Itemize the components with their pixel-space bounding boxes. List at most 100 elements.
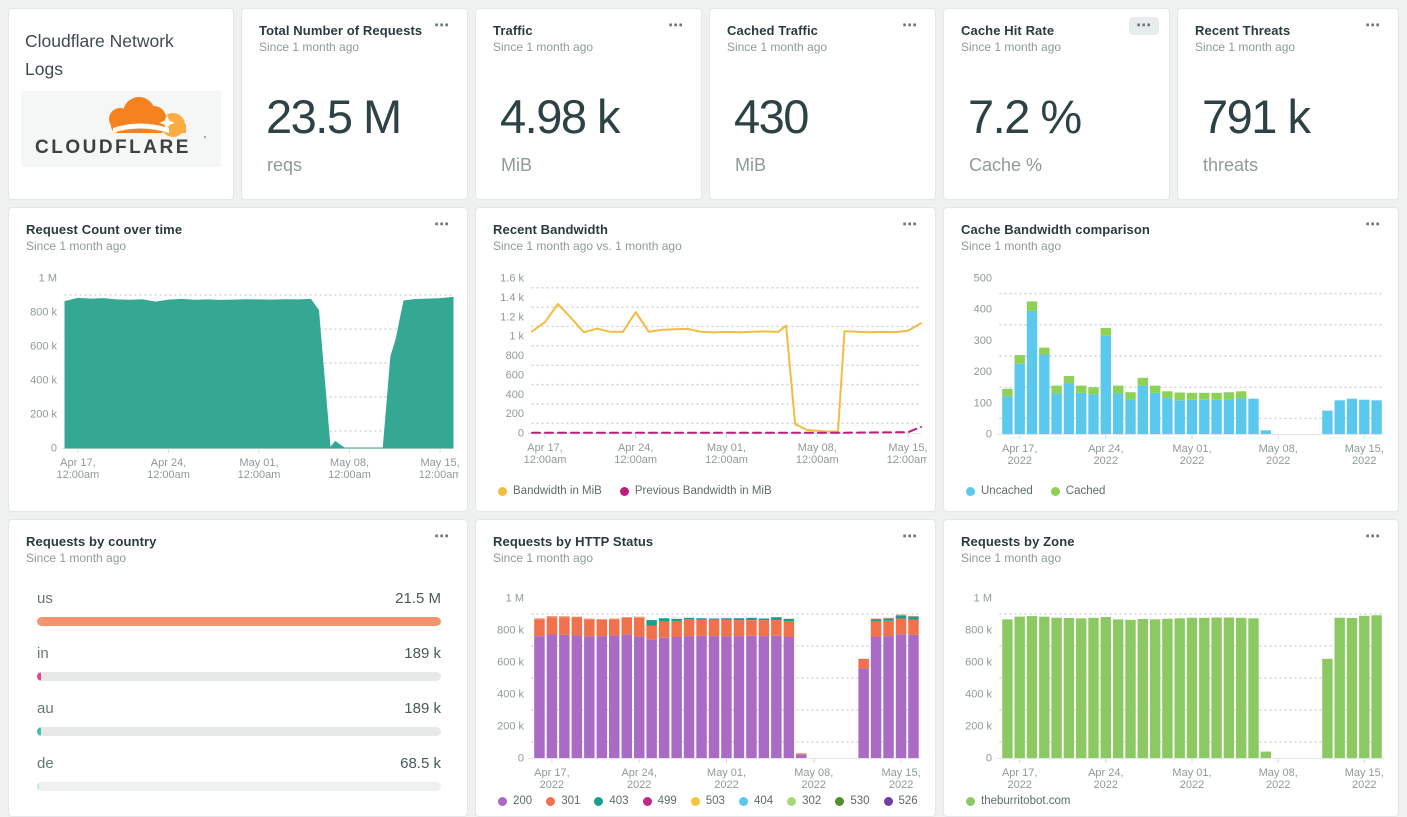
- svg-text:May 01,: May 01,: [1172, 767, 1211, 779]
- legend-item[interactable]: 503: [690, 795, 725, 807]
- ellipsis-menu-icon[interactable]: ⋯: [427, 17, 457, 35]
- country-value: 68.5 k: [400, 755, 441, 772]
- country-bar: [37, 727, 41, 736]
- ellipsis-menu-icon[interactable]: ⋯: [427, 528, 457, 546]
- svg-text:1.6 k: 1.6 k: [500, 273, 524, 285]
- legend-dot: [787, 796, 797, 806]
- legend-item[interactable]: Bandwidth in MiB: [498, 485, 602, 497]
- svg-text:May 15,: May 15,: [1345, 767, 1384, 779]
- panel-subtitle: Since 1 month ago: [493, 40, 594, 54]
- stat-panel-cache-hit-rate: Cache Hit Rate Since 1 month ago ⋯ 7.2 %…: [943, 8, 1170, 200]
- svg-text:May 08,: May 08,: [330, 457, 369, 469]
- svg-text:200 k: 200 k: [965, 721, 992, 733]
- stat-unit: reqs: [267, 155, 303, 175]
- ellipsis-menu-icon[interactable]: ⋯: [895, 528, 925, 546]
- panel-subtitle: Since 1 month ago vs. 1 month ago: [493, 239, 682, 253]
- svg-text:800 k: 800 k: [30, 307, 57, 319]
- chart-legend: 200301403499503404302530526524: [498, 795, 925, 807]
- ellipsis-menu-icon[interactable]: ⋯: [1358, 216, 1388, 234]
- legend-item[interactable]: 403: [594, 795, 629, 807]
- svg-text:600 k: 600 k: [497, 657, 524, 669]
- ellipsis-menu-icon[interactable]: ⋯: [895, 17, 925, 35]
- legend-dot: [835, 796, 845, 806]
- legend-item[interactable]: 530: [835, 795, 870, 807]
- stat-value: 4.98 k: [500, 90, 621, 143]
- svg-text:Apr 17,: Apr 17,: [534, 767, 569, 779]
- http-status-stacked-bar-chart[interactable]: 1 M800 k600 k400 k200 k0Apr 17,2022Apr 2…: [486, 578, 927, 792]
- request-count-area-chart[interactable]: 1 M800 k600 k400 k200 k0Apr 17,12:00amAp…: [19, 266, 459, 511]
- cloudflare-logo: CLOUDFLARE ': [21, 91, 221, 167]
- legend-dot: [594, 796, 604, 806]
- country-bar: [37, 672, 41, 681]
- legend-dot: [883, 796, 893, 806]
- legend-item[interactable]: 302: [787, 795, 821, 807]
- legend-item[interactable]: 526: [883, 795, 918, 807]
- svg-text:2022: 2022: [802, 779, 826, 791]
- svg-text:800 k: 800 k: [965, 625, 992, 637]
- svg-text:600: 600: [506, 369, 524, 381]
- svg-text:1 k: 1 k: [509, 331, 524, 343]
- svg-text:May 08,: May 08,: [1259, 443, 1298, 455]
- legend-item[interactable]: 301: [546, 795, 580, 807]
- legend-dot: [619, 486, 629, 496]
- stat-panel-traffic: Traffic Since 1 month ago ⋯ 4.98 k MiB: [475, 8, 702, 200]
- svg-text:May 01,: May 01,: [239, 457, 278, 469]
- chart-panel-requests-by-country: Requests by country Since 1 month ago ⋯ …: [8, 519, 468, 817]
- svg-text:May 15,: May 15,: [888, 442, 927, 454]
- ellipsis-menu-icon[interactable]: ⋯: [1358, 17, 1388, 35]
- legend-item[interactable]: Previous Bandwidth in MiB: [619, 485, 772, 497]
- zone-bar-chart[interactable]: 1 M800 k600 k400 k200 k0Apr 17,2022Apr 2…: [954, 578, 1390, 792]
- svg-text:': ': [204, 135, 206, 146]
- cache-bandwidth-bar-chart[interactable]: 5004003002001000Apr 17,2022Apr 24,2022Ma…: [954, 266, 1390, 485]
- svg-text:800 k: 800 k: [497, 625, 524, 637]
- svg-text:2022: 2022: [1266, 779, 1290, 791]
- svg-text:Apr 17,: Apr 17,: [1002, 767, 1037, 779]
- ellipsis-menu-icon[interactable]: ⋯: [895, 216, 925, 234]
- country-code: us: [37, 590, 53, 607]
- legend-dot: [498, 486, 507, 496]
- legend-item[interactable]: 404: [738, 795, 773, 807]
- svg-text:Apr 17,: Apr 17,: [60, 457, 95, 469]
- chart-panel-request-count: Request Count over time Since 1 month ag…: [8, 207, 468, 512]
- legend-dot: [690, 796, 700, 806]
- bandwidth-line-chart[interactable]: 1.6 k1.4 k1.2 k1 k8006004002000Apr 17,12…: [486, 266, 927, 485]
- svg-text:2022: 2022: [1094, 455, 1118, 467]
- ellipsis-menu-icon[interactable]: ⋯: [1358, 528, 1388, 546]
- svg-text:May 15,: May 15,: [882, 767, 921, 779]
- ellipsis-menu-icon[interactable]: ⋯: [427, 216, 457, 234]
- svg-text:2022: 2022: [714, 779, 738, 791]
- chart-panel-recent-bandwidth: Recent Bandwidth Since 1 month ago vs. 1…: [475, 207, 936, 512]
- legend-item[interactable]: theburritobot.com: [966, 795, 1071, 807]
- ellipsis-menu-icon[interactable]: ⋯: [1129, 17, 1159, 35]
- country-bar-track: [37, 617, 441, 626]
- dashboard-title: Cloudflare Network Logs: [25, 31, 174, 79]
- stat-unit: threats: [1203, 155, 1259, 175]
- legend-item[interactable]: 499: [642, 795, 677, 807]
- svg-text:0: 0: [986, 753, 992, 765]
- svg-text:12:00am: 12:00am: [147, 469, 190, 481]
- svg-text:Apr 24,: Apr 24,: [1088, 767, 1123, 779]
- country-row: au 189 k: [37, 694, 441, 749]
- svg-text:12:00am: 12:00am: [705, 454, 748, 466]
- chart-legend: Bandwidth in MiB Previous Bandwidth in Mi…: [498, 485, 925, 497]
- country-value: 189 k: [404, 700, 441, 717]
- svg-text:400: 400: [506, 389, 524, 401]
- legend-item[interactable]: 200: [498, 795, 532, 807]
- legend-item[interactable]: Uncached: [966, 485, 1033, 497]
- svg-text:2022: 2022: [1007, 779, 1031, 791]
- svg-text:Apr 17,: Apr 17,: [1002, 443, 1037, 455]
- svg-text:12:00am: 12:00am: [56, 469, 99, 481]
- panel-title: Cache Bandwidth comparison: [961, 222, 1150, 237]
- legend-item[interactable]: Cached: [1050, 485, 1105, 497]
- ellipsis-menu-icon[interactable]: ⋯: [661, 17, 691, 35]
- svg-text:0: 0: [51, 443, 57, 455]
- svg-text:12:00am: 12:00am: [614, 454, 657, 466]
- svg-text:May 01,: May 01,: [707, 767, 746, 779]
- chart-legend: Uncached Cached: [966, 485, 1388, 497]
- stat-unit: MiB: [501, 155, 532, 175]
- stat-unit: MiB: [735, 155, 766, 175]
- svg-text:100: 100: [974, 397, 992, 409]
- panel-subtitle: Since 1 month ago: [493, 551, 594, 565]
- svg-text:400 k: 400 k: [30, 375, 57, 387]
- svg-text:600 k: 600 k: [30, 341, 57, 353]
